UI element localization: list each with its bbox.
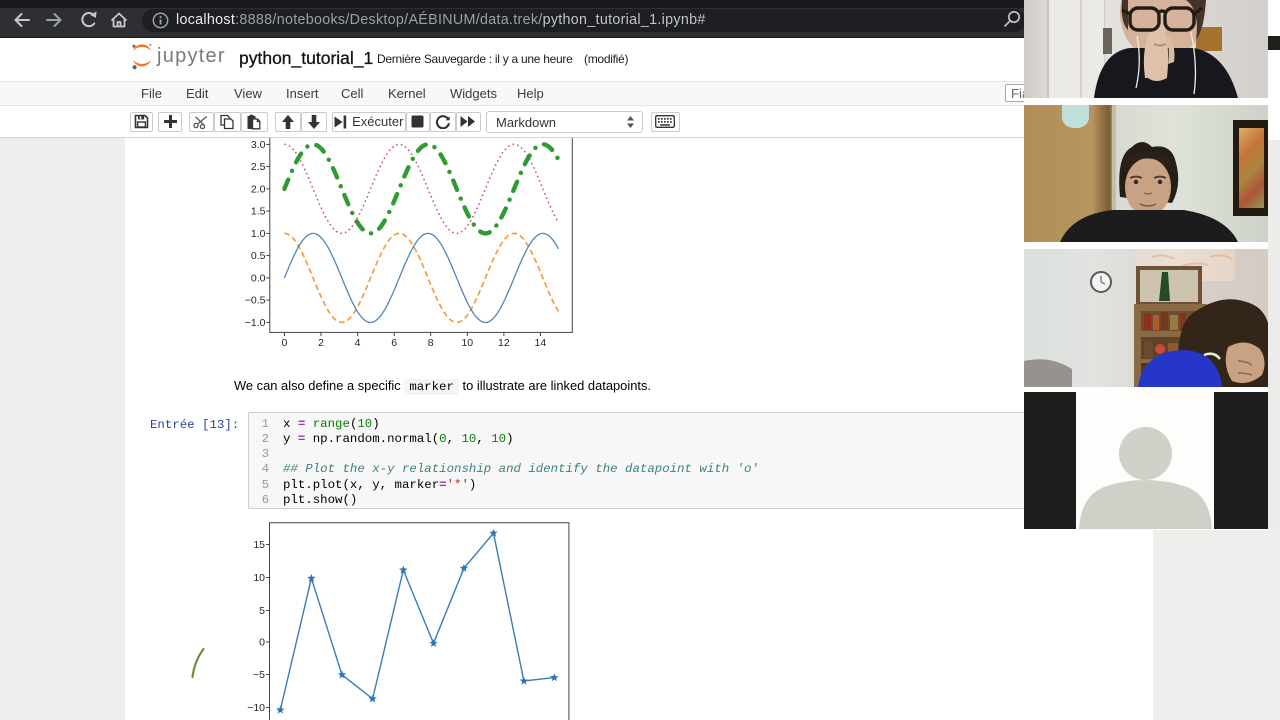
svg-text:−5: −5 [253,669,265,681]
svg-text:8: 8 [428,337,434,349]
svg-text:2: 2 [318,337,324,349]
svg-text:14: 14 [535,337,547,349]
svg-text:4: 4 [355,337,361,349]
svg-text:10: 10 [253,572,265,584]
svg-text:6: 6 [391,337,397,349]
svg-text:0.5: 0.5 [251,250,266,262]
svg-text:2.0: 2.0 [251,184,266,196]
svg-text:0: 0 [281,337,287,349]
svg-text:−10: −10 [247,702,265,714]
svg-text:−1.0: −1.0 [245,317,266,329]
svg-text:−0.5: −0.5 [245,295,266,307]
svg-text:1.0: 1.0 [251,228,266,240]
svg-text:1.5: 1.5 [251,206,266,218]
svg-text:0.0: 0.0 [251,273,266,285]
svg-text:15: 15 [253,539,265,551]
svg-text:5: 5 [259,605,265,617]
svg-text:2.5: 2.5 [251,161,266,173]
svg-text:3.0: 3.0 [251,139,266,151]
svg-text:0: 0 [259,637,265,649]
svg-text:10: 10 [461,337,473,349]
svg-text:12: 12 [498,337,510,349]
